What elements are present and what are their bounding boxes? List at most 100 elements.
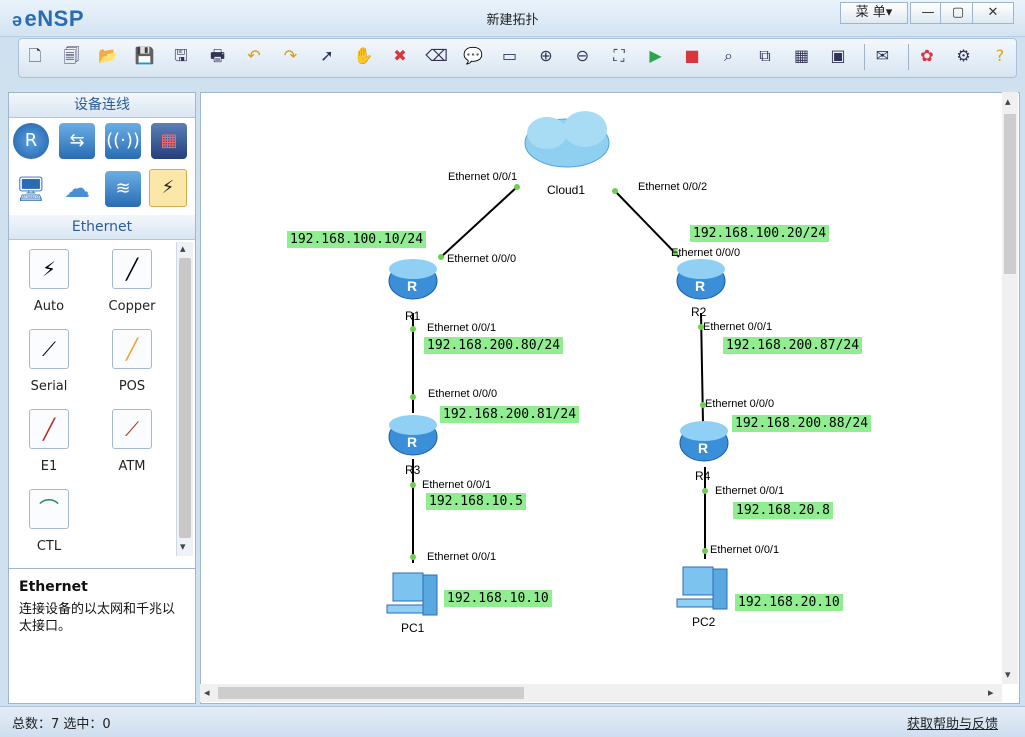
- print-icon[interactable]: 🖶: [205, 44, 231, 68]
- undo-icon[interactable]: ↶: [241, 44, 267, 68]
- cable-serial[interactable]: ⟋: [29, 329, 69, 369]
- palette-scrollbar[interactable]: ▴ ▾: [176, 242, 193, 556]
- help-feedback-link[interactable]: 获取帮助与反馈: [907, 713, 998, 732]
- info-title: Ethernet: [19, 579, 88, 595]
- info-description: 连接设备的以太网和千兆以太接口。: [19, 602, 176, 634]
- save-icon[interactable]: 💾: [132, 44, 158, 68]
- router-icon[interactable]: R: [679, 421, 729, 462]
- router-category[interactable]: R: [13, 123, 49, 159]
- start-device-icon[interactable]: ▶: [643, 44, 669, 68]
- topology-canvas[interactable]: R R R R Cloud1 R1 R2 R3 R4 PC1 PC2 Ether…: [200, 92, 1020, 704]
- port-label: Ethernet 0/0/0: [447, 253, 517, 265]
- hub-category[interactable]: ≋: [105, 171, 141, 207]
- chat-icon[interactable]: ✉: [870, 44, 896, 68]
- cloud-icon: ☁: [64, 174, 90, 204]
- pc-icon[interactable]: [386, 572, 438, 616]
- ip-label: 192.168.100.10/24: [287, 231, 427, 248]
- huawei-icon[interactable]: ✿: [914, 44, 940, 68]
- cable-label-e1: E1: [40, 459, 58, 474]
- cable-e1[interactable]: ╱: [29, 409, 69, 449]
- zoom-in-icon[interactable]: ⊕: [533, 44, 559, 68]
- cloud-node-icon[interactable]: [524, 111, 610, 168]
- svg-text:R: R: [695, 278, 705, 294]
- maximize-button[interactable]: ▢: [940, 2, 976, 24]
- ip-label: 192.168.200.80/24: [424, 337, 564, 354]
- cable-label-pos: POS: [118, 379, 146, 394]
- save-as-icon[interactable]: 🖫: [168, 44, 194, 68]
- cable-atm[interactable]: ⟋: [112, 409, 152, 449]
- cable-ctl[interactable]: ⌒: [29, 489, 69, 529]
- help-icon[interactable]: ?: [987, 44, 1013, 68]
- scroll-up-icon[interactable]: ▴: [1005, 95, 1011, 108]
- pc-icon: 🖥: [15, 175, 47, 203]
- toolbar-separator: [908, 44, 909, 70]
- canvas-horizontal-thumb[interactable]: [218, 687, 524, 699]
- link-cloud-r2[interactable]: [614, 190, 680, 258]
- port-label: Ethernet 0/0/2: [638, 181, 708, 193]
- canvas-horizontal-scrollbar[interactable]: ◂ ▸: [200, 684, 1002, 702]
- node-label-r2: R2: [691, 305, 707, 319]
- zoom-out-icon[interactable]: ⊖: [570, 44, 596, 68]
- router-icon[interactable]: R: [388, 259, 438, 300]
- cable-auto[interactable]: ⚡: [29, 249, 69, 289]
- console-icon[interactable]: ▣: [825, 44, 851, 68]
- port-label: Ethernet 0/0/0: [671, 247, 741, 259]
- pc-category[interactable]: 🖥: [13, 171, 49, 207]
- link-cloud-r1[interactable]: [440, 186, 518, 258]
- port-label: Ethernet 0/0/0: [705, 398, 775, 410]
- pc-icon[interactable]: [676, 566, 728, 610]
- topology-icon[interactable]: ⧉: [752, 44, 778, 68]
- palette-scroll-thumb[interactable]: [179, 258, 191, 538]
- new-topology-icon[interactable]: 🗋: [22, 44, 48, 68]
- node-label-r3: R3: [405, 463, 421, 477]
- scroll-right-icon[interactable]: ▸: [988, 686, 994, 699]
- wireless-icon: ((·)): [105, 123, 141, 159]
- svg-text:R: R: [407, 278, 417, 294]
- firewall-category[interactable]: ▦: [151, 123, 187, 159]
- text-note-icon[interactable]: 💬: [460, 44, 486, 68]
- capture-icon[interactable]: ⌕: [716, 44, 742, 68]
- node-label-pc1: PC1: [401, 621, 425, 635]
- scroll-down-icon[interactable]: ▾: [180, 540, 186, 553]
- ip-label: 192.168.20.8: [733, 502, 833, 519]
- copper-cable-icon: ╱: [112, 249, 152, 289]
- menu-button[interactable]: 菜 单▾: [840, 2, 908, 24]
- pos-cable-icon: ╱: [112, 329, 152, 369]
- cable-list: ⚡ Auto ╱ Copper ⟋ Serial ╱ POS ╱ E1 ⟋ AT…: [9, 241, 185, 557]
- settings-icon[interactable]: ⚙: [951, 44, 977, 68]
- scroll-left-icon[interactable]: ◂: [204, 686, 210, 699]
- wireless-category[interactable]: ((·)): [105, 123, 141, 159]
- stop-device-icon[interactable]: ■: [679, 44, 705, 68]
- cable-pos[interactable]: ╱: [112, 329, 152, 369]
- node-label-r4: R4: [695, 469, 711, 483]
- ip-label: 192.168.10.10: [444, 590, 552, 607]
- router-icon[interactable]: R: [676, 259, 726, 300]
- pan-hand-icon[interactable]: ✋: [351, 44, 377, 68]
- cloud-category[interactable]: ☁: [59, 171, 95, 207]
- cable-label-copper: Copper: [108, 299, 156, 314]
- ip-label: 192.168.200.88/24: [732, 415, 872, 432]
- port-label: Ethernet 0/0/0: [428, 388, 498, 400]
- cable-copper[interactable]: ╱: [112, 249, 152, 289]
- select-pointer-icon[interactable]: ➚: [314, 44, 340, 68]
- redo-icon[interactable]: ↷: [278, 44, 304, 68]
- new-example-icon[interactable]: 🗐: [59, 44, 85, 68]
- close-button[interactable]: ✕: [972, 2, 1014, 24]
- rectangle-icon[interactable]: ▭: [497, 44, 523, 68]
- open-icon[interactable]: 📂: [95, 44, 121, 68]
- canvas-vertical-thumb[interactable]: [1004, 114, 1016, 274]
- switch-category[interactable]: ⇆: [59, 123, 95, 159]
- delete-icon[interactable]: ✖: [387, 44, 413, 68]
- firewall-icon: ▦: [151, 123, 187, 159]
- scroll-down-icon[interactable]: ▾: [1005, 668, 1011, 681]
- delete-link-icon[interactable]: ⌫: [424, 44, 450, 68]
- table-icon[interactable]: ▦: [789, 44, 815, 68]
- scroll-up-icon[interactable]: ▴: [180, 242, 186, 255]
- fit-view-icon[interactable]: ⛶: [606, 44, 632, 68]
- cable-category[interactable]: ⚡: [149, 169, 187, 207]
- svg-text:R: R: [407, 434, 417, 450]
- atm-cable-icon: ⟋: [112, 409, 152, 449]
- router-icon[interactable]: R: [388, 415, 438, 456]
- canvas-vertical-scrollbar[interactable]: ▴ ▾: [1002, 92, 1018, 684]
- topology-links: R R R R: [386, 111, 729, 616]
